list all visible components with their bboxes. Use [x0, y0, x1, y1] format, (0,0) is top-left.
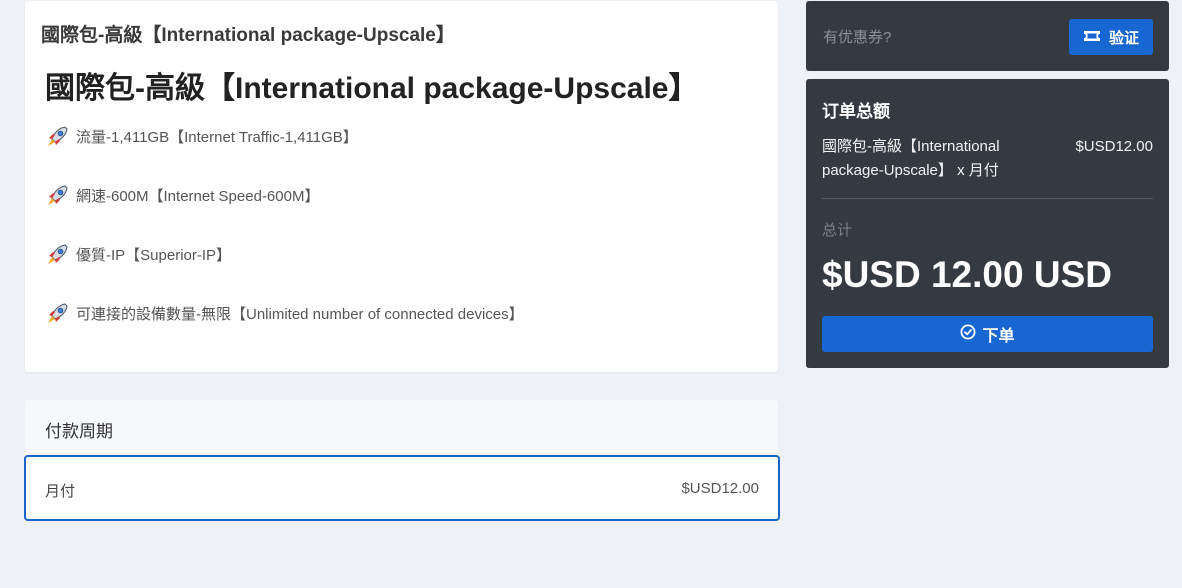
billing-option-price: $USD12.00: [681, 480, 759, 497]
feature-item: 網速-600M【Internet Speed-600M】: [45, 180, 319, 210]
billing-option-label: 月付: [45, 483, 76, 500]
feature-item: 可連接的設備數量-無限【Unlimited number of connecte…: [45, 298, 524, 328]
billing-cycle-header: 付款周期: [25, 400, 778, 455]
product-card: 國際包-高級【International package-Upscale】 國際…: [25, 1, 778, 372]
summary-item-price: $USD12.00: [1075, 138, 1153, 155]
total-label: 总计: [822, 222, 853, 239]
coupon-input[interactable]: [812, 19, 1062, 55]
feature-text: 優質-IP【Superior-IP】: [76, 246, 232, 264]
feature-item: 優質-IP【Superior-IP】: [45, 239, 231, 269]
rocket-icon: [45, 300, 71, 326]
summary-title: 订单总额: [822, 102, 890, 121]
total-value: $USD 12.00 USD: [822, 254, 1112, 295]
summary-divider: [822, 198, 1153, 199]
order-summary: 订单总额 國際包-高級【International package-Upscal…: [806, 79, 1169, 368]
billing-cycle-card: 付款周期 月付 $USD12.00: [24, 400, 780, 522]
feature-text: 流量-1,411GB【Internet Traffic-1,411GB】: [76, 128, 358, 146]
product-small-title: 國際包-高級【International package-Upscale】: [41, 25, 455, 46]
summary-item-name: 國際包-高級【International package-Upscale】 x …: [822, 138, 1000, 179]
rocket-icon: [45, 182, 71, 208]
rocket-icon: [45, 123, 71, 149]
place-order-button[interactable]: 下单: [822, 316, 1153, 352]
check-circle-icon: [960, 324, 976, 345]
ticket-icon: [1083, 29, 1101, 46]
verify-label: 验证: [1108, 29, 1139, 47]
billing-cycle-title: 付款周期: [45, 422, 113, 441]
billing-option-monthly[interactable]: 月付 $USD12.00: [24, 455, 780, 521]
feature-text: 網速-600M【Internet Speed-600M】: [76, 187, 320, 205]
verify-coupon-button[interactable]: 验证: [1069, 19, 1153, 55]
coupon-box: 验证: [806, 1, 1169, 71]
feature-item: 流量-1,411GB【Internet Traffic-1,411GB】: [45, 121, 358, 151]
rocket-icon: [45, 241, 71, 267]
feature-text: 可連接的設備數量-無限【Unlimited number of connecte…: [76, 305, 524, 323]
order-label: 下单: [982, 328, 1015, 345]
product-title: 國際包-高級【International package-Upscale】: [45, 72, 699, 105]
